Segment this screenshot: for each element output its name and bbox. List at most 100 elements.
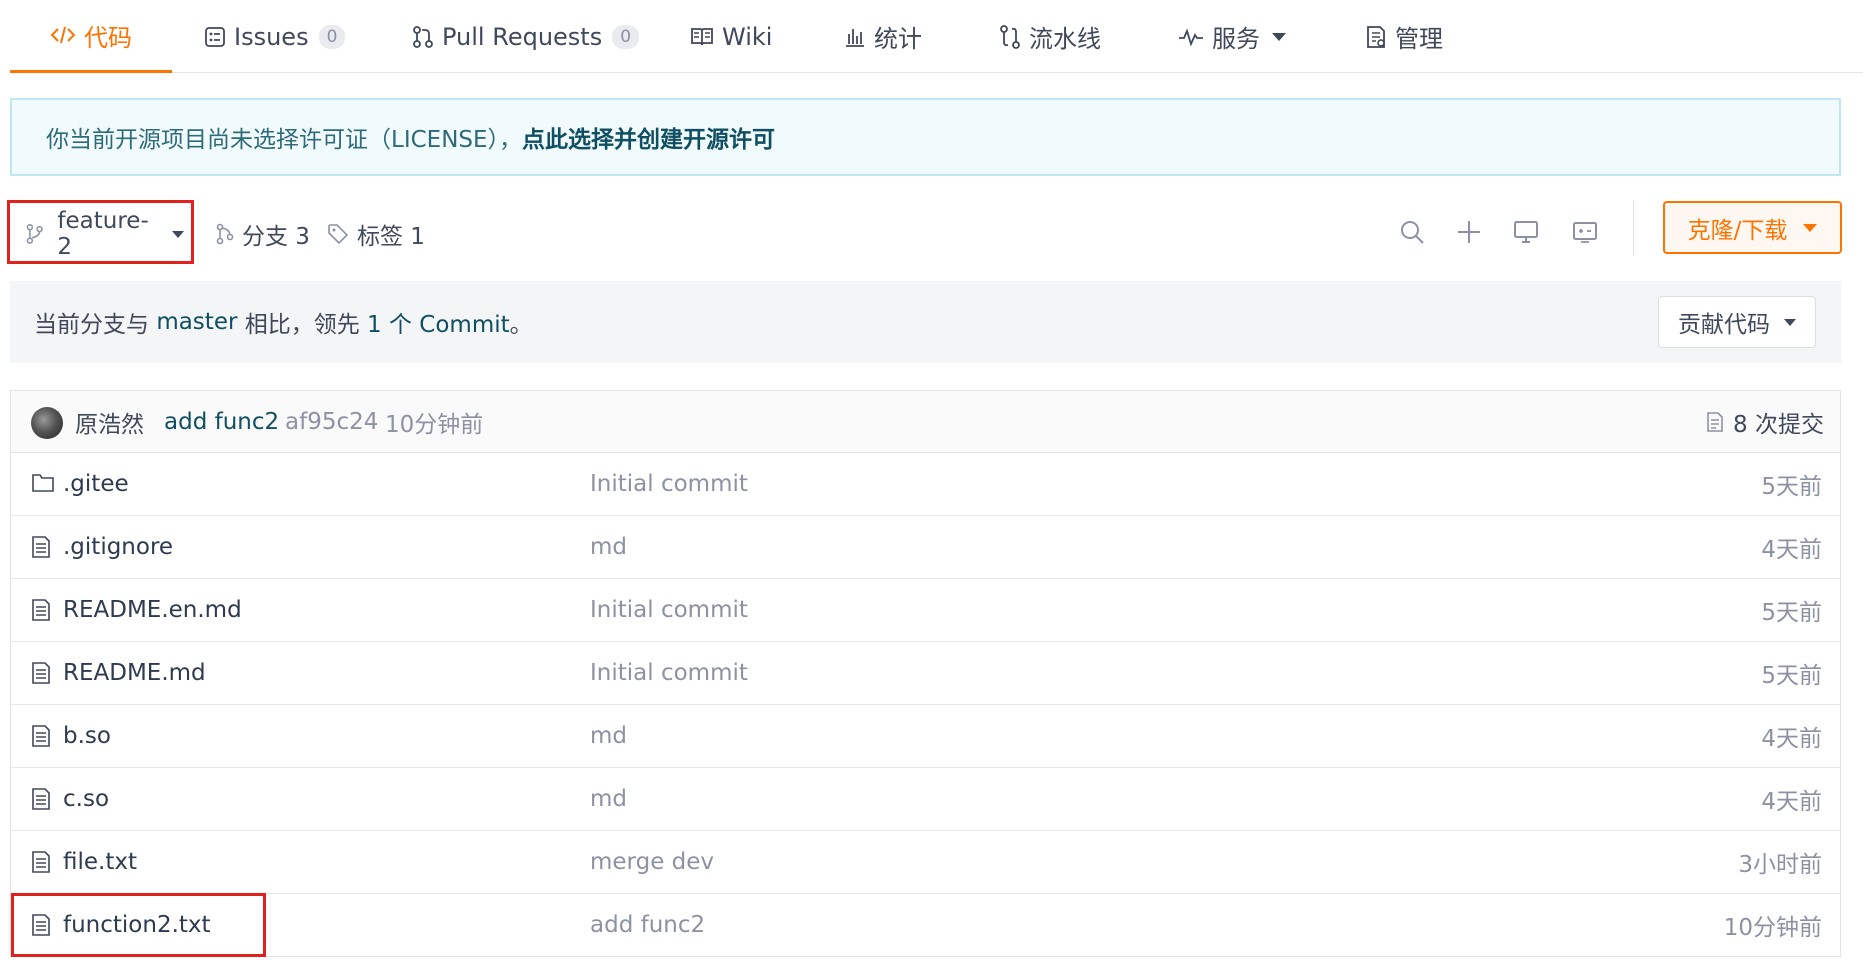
latest-commit-bar: 原浩然 add func2 af95c24 10分钟前 8 次提交: [11, 391, 1840, 453]
tab-issues-label: Issues: [234, 22, 309, 51]
file-commit-message[interactable]: Initial commit: [590, 579, 748, 641]
commit-sha[interactable]: af95c24: [285, 391, 378, 453]
commits-list-icon: [1707, 412, 1723, 432]
pull-requests-count-badge: 0: [612, 24, 640, 49]
commit-history-link[interactable]: 8 次提交: [1705, 391, 1824, 453]
table-row[interactable]: b.so md 4天前: [11, 705, 1840, 768]
table-row[interactable]: .gitee Initial commit 5天前: [11, 453, 1840, 516]
table-row[interactable]: .gitignore md 4天前: [11, 516, 1840, 579]
branch-icon: [26, 224, 43, 244]
tab-pipeline[interactable]: 流水线: [999, 0, 1101, 73]
chevron-down-icon: [1784, 318, 1796, 326]
file-commit-message[interactable]: md: [590, 768, 627, 830]
pulse-icon: [1179, 27, 1203, 47]
compare-base-branch-link[interactable]: master: [156, 309, 237, 335]
settings-doc-icon: [1367, 25, 1385, 48]
web-ide-button[interactable]: [1508, 214, 1544, 250]
pull-request-icon: [413, 25, 433, 48]
folder-icon: [32, 474, 54, 492]
commit-author[interactable]: 原浩然: [75, 391, 144, 453]
tab-pull-requests[interactable]: Pull Requests 0: [412, 0, 640, 73]
tab-manage-label: 管理: [1395, 25, 1443, 53]
tab-services[interactable]: 服务: [1178, 0, 1286, 73]
file-commit-message[interactable]: Initial commit: [590, 642, 748, 704]
table-row[interactable]: README.md Initial commit 5天前: [11, 642, 1840, 705]
file-updated-time: 3小时前: [1738, 852, 1822, 878]
monitor-icon: [1514, 221, 1538, 243]
current-branch-label: feature-2: [57, 208, 149, 260]
pipeline-icon: [1000, 24, 1020, 49]
contribute-code-label: 贡献代码: [1678, 312, 1770, 338]
tags-link[interactable]: 标签 1: [327, 209, 425, 259]
file-icon: [32, 914, 50, 936]
tab-issues[interactable]: Issues 0: [204, 0, 346, 73]
file-icon: [32, 536, 50, 558]
file-commit-message[interactable]: md: [590, 705, 627, 767]
compare-button[interactable]: [1567, 214, 1603, 250]
search-icon: [1401, 221, 1424, 244]
compare-suffix: 。: [509, 312, 533, 338]
file-updated-time: 5天前: [1761, 474, 1822, 500]
file-name-link[interactable]: b.so: [63, 705, 111, 767]
tab-statistics-label: 统计: [874, 25, 922, 53]
contribute-code-button[interactable]: 贡献代码: [1658, 296, 1816, 348]
file-name-link[interactable]: file.txt: [63, 831, 137, 893]
table-row[interactable]: function2.txt add func2 10分钟前: [11, 894, 1840, 957]
license-message: 你当前开源项目尚未选择许可证（LICENSE），: [46, 127, 523, 153]
file-updated-time: 4天前: [1761, 537, 1822, 563]
file-icon: [32, 599, 50, 621]
file-commit-message[interactable]: Initial commit: [590, 453, 748, 515]
file-commit-message[interactable]: merge dev: [590, 831, 714, 893]
file-name-link[interactable]: .gitignore: [63, 516, 173, 578]
branch-compare-bar: 当前分支与 master 相比，领先 1 个 Commit 。: [10, 281, 1841, 363]
file-updated-time: 4天前: [1761, 789, 1822, 815]
file-name-link[interactable]: README.en.md: [63, 579, 242, 641]
chevron-down-icon: [1803, 223, 1818, 232]
tab-manage[interactable]: 管理: [1365, 0, 1443, 73]
tab-wiki-label: Wiki: [722, 22, 773, 51]
compare-commit-count-link[interactable]: 1 个 Commit: [367, 305, 510, 339]
file-updated-time: 10分钟前: [1723, 915, 1822, 941]
add-file-button[interactable]: [1451, 214, 1487, 250]
file-updated-time: 4天前: [1761, 726, 1822, 752]
branches-link[interactable]: 分支 3: [216, 209, 310, 259]
tab-code[interactable]: 代码: [10, 0, 172, 73]
compare-mid: 相比，领先: [237, 312, 368, 338]
table-row[interactable]: c.so md 4天前: [11, 768, 1840, 831]
tab-pull-requests-label: Pull Requests: [442, 22, 603, 51]
file-name-link[interactable]: function2.txt: [63, 894, 211, 956]
tab-pipeline-label: 流水线: [1029, 25, 1101, 53]
file-icon: [32, 788, 50, 810]
create-license-link[interactable]: 点此选择并创建开源许可: [522, 120, 775, 154]
avatar[interactable]: [31, 407, 63, 439]
tab-statistics[interactable]: 统计: [844, 0, 922, 73]
file-commit-message[interactable]: md: [590, 516, 627, 578]
file-icon: [32, 662, 50, 684]
tab-wiki[interactable]: Wiki: [690, 0, 772, 73]
file-icon: [32, 725, 50, 747]
repo-tab-bar: 代码 Issues 0 Pull Requests 0 Wiki 统计 流水线 …: [10, 0, 1863, 73]
tag-icon: [328, 224, 349, 245]
search-button[interactable]: [1394, 214, 1430, 250]
book-icon: [691, 27, 713, 45]
branch-selector[interactable]: feature-2: [14, 208, 184, 260]
commit-message-link[interactable]: add func2: [164, 391, 279, 453]
commit-count-label: 8 次提交: [1733, 412, 1824, 438]
chevron-down-icon: [1272, 32, 1286, 41]
toolbar-divider: [1633, 200, 1634, 256]
file-name-link[interactable]: .gitee: [63, 453, 129, 515]
clone-download-button[interactable]: 克隆/下载: [1663, 201, 1842, 254]
clone-download-label: 克隆/下载: [1687, 217, 1788, 244]
file-commit-message[interactable]: add func2: [590, 894, 705, 956]
table-row[interactable]: README.en.md Initial commit 5天前: [11, 579, 1840, 642]
branches-count-label: 分支 3: [242, 224, 310, 250]
commit-time: 10分钟前: [385, 412, 484, 438]
table-row[interactable]: file.txt merge dev 3小时前: [11, 831, 1840, 894]
file-updated-time: 5天前: [1761, 663, 1822, 689]
file-name-link[interactable]: README.md: [63, 642, 206, 704]
file-list: 原浩然 add func2 af95c24 10分钟前 8 次提交 .gitee…: [10, 390, 1841, 957]
file-updated-time: 5天前: [1761, 600, 1822, 626]
file-name-link[interactable]: c.so: [63, 768, 109, 830]
branch-icon: [216, 223, 234, 245]
chevron-down-icon: [172, 230, 184, 238]
